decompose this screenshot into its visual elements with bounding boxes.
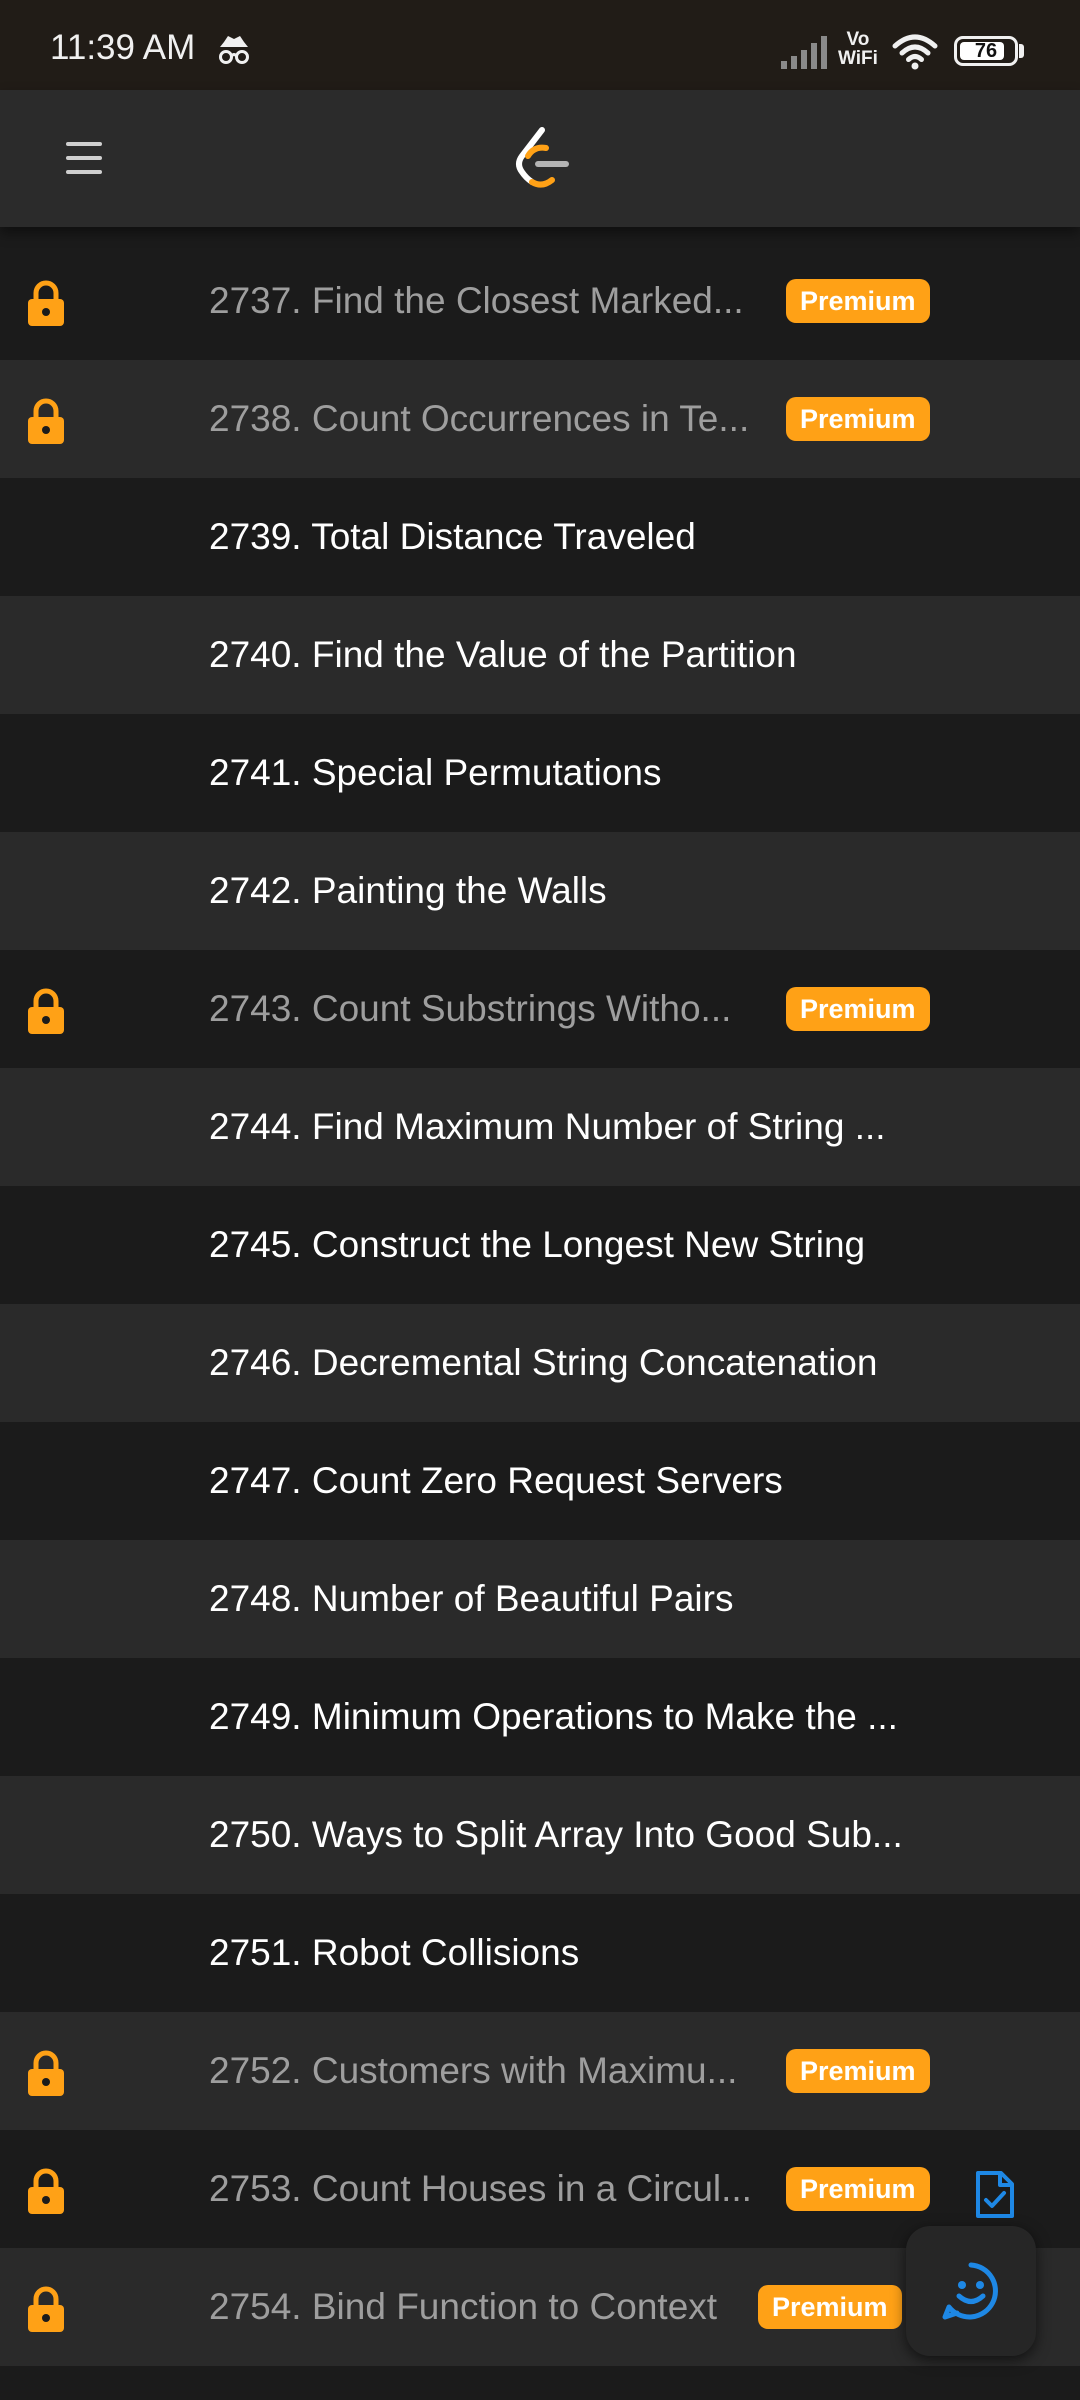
- problem-title: 2745. Construct the Longest New String: [209, 1224, 866, 1265]
- problem-row[interactable]: 2745. Construct the Longest New String: [0, 1186, 1080, 1304]
- status-bar: 11:39 AM Vo WiFi 76: [0, 0, 1080, 90]
- wifi-icon: [892, 34, 938, 75]
- problem-title: 2740. Find the Value of the Partition: [209, 634, 797, 675]
- premium-badge: Premium: [786, 397, 930, 441]
- premium-badge: Premium: [786, 279, 930, 323]
- incognito-icon: [216, 34, 252, 71]
- lock-icon: [25, 398, 67, 451]
- battery-icon: 76: [954, 36, 1018, 66]
- battery-level: 76: [974, 40, 998, 62]
- problem-row[interactable]: 2742. Painting the Walls: [0, 832, 1080, 950]
- problem-row[interactable]: 2743. Count Substrings Witho... Premium: [0, 950, 1080, 1068]
- problem-row[interactable]: 2749. Minimum Operations to Make the ...: [0, 1658, 1080, 1776]
- problem-title: 2737. Find the Closest Marked...: [209, 280, 744, 321]
- battery-tip: [1019, 44, 1024, 58]
- lock-icon: [25, 2168, 67, 2221]
- problem-row[interactable]: 2744. Find Maximum Number of String ...: [0, 1068, 1080, 1186]
- hamburger-menu-icon[interactable]: [64, 138, 104, 178]
- problem-row[interactable]: 2738. Count Occurrences in Te... Premium: [0, 360, 1080, 478]
- problem-title: 2750. Ways to Split Array Into Good Sub.…: [209, 1814, 903, 1855]
- status-time: 11:39 AM: [50, 28, 196, 67]
- problem-row[interactable]: 2752. Customers with Maximu... Premium: [0, 2012, 1080, 2130]
- lock-icon: [25, 988, 67, 1041]
- problem-title: 2742. Painting the Walls: [209, 870, 607, 911]
- problem-list: 2737. Find the Closest Marked... Premium 2…: [0, 242, 1080, 2366]
- problem-title: 2747. Count Zero Request Servers: [209, 1460, 783, 1501]
- lock-icon: [25, 2286, 67, 2339]
- problem-title: 2752. Customers with Maximu...: [209, 2050, 738, 2091]
- problem-row[interactable]: 2747. Count Zero Request Servers: [0, 1422, 1080, 1540]
- problem-title: 2751. Robot Collisions: [209, 1932, 580, 1973]
- leetcode-logo[interactable]: [512, 126, 570, 195]
- app-bar: [0, 90, 1080, 227]
- premium-badge: Premium: [786, 2167, 930, 2211]
- signal-icon: [780, 34, 832, 75]
- problem-row[interactable]: 2748. Number of Beautiful Pairs: [0, 1540, 1080, 1658]
- lock-icon: [25, 2050, 67, 2103]
- problem-title: 2738. Count Occurrences in Te...: [209, 398, 750, 439]
- premium-badge: Premium: [786, 987, 930, 1031]
- problem-title: 2748. Number of Beautiful Pairs: [209, 1578, 734, 1619]
- premium-badge: Premium: [786, 2049, 930, 2093]
- problem-title: 2739. Total Distance Traveled: [209, 516, 696, 557]
- problem-row[interactable]: 2746. Decremental String Concatenation: [0, 1304, 1080, 1422]
- problem-row[interactable]: 2751. Robot Collisions: [0, 1894, 1080, 2012]
- problem-title: 2753. Count Houses in a Circul...: [209, 2168, 752, 2209]
- problem-title: 2743. Count Substrings Witho...: [209, 988, 732, 1029]
- wifi-label: WiFi: [838, 48, 878, 69]
- problem-title: 2749. Minimum Operations to Make the ...: [209, 1696, 898, 1737]
- problem-title: 2741. Special Permutations: [209, 752, 662, 793]
- problem-row[interactable]: 2737. Find the Closest Marked... Premium: [0, 242, 1080, 360]
- problem-row[interactable]: 2750. Ways to Split Array Into Good Sub.…: [0, 1776, 1080, 1894]
- smiley-feedback-icon: [942, 2262, 998, 2320]
- problem-title: 2746. Decremental String Concatenation: [209, 1342, 878, 1383]
- feedback-button[interactable]: [906, 2226, 1036, 2356]
- problem-row[interactable]: 2741. Special Permutations: [0, 714, 1080, 832]
- problem-title: 2754. Bind Function to Context: [209, 2286, 718, 2327]
- document-check-icon[interactable]: [974, 2170, 1016, 2225]
- problem-title: 2744. Find Maximum Number of String ...: [209, 1106, 886, 1147]
- premium-badge: Premium: [758, 2285, 902, 2329]
- problem-row[interactable]: 2740. Find the Value of the Partition: [0, 596, 1080, 714]
- vo-label: Vo: [846, 29, 870, 50]
- lock-icon: [25, 280, 67, 333]
- vowifi-indicator: Vo WiFi: [838, 30, 878, 68]
- problem-row[interactable]: 2739. Total Distance Traveled: [0, 478, 1080, 596]
